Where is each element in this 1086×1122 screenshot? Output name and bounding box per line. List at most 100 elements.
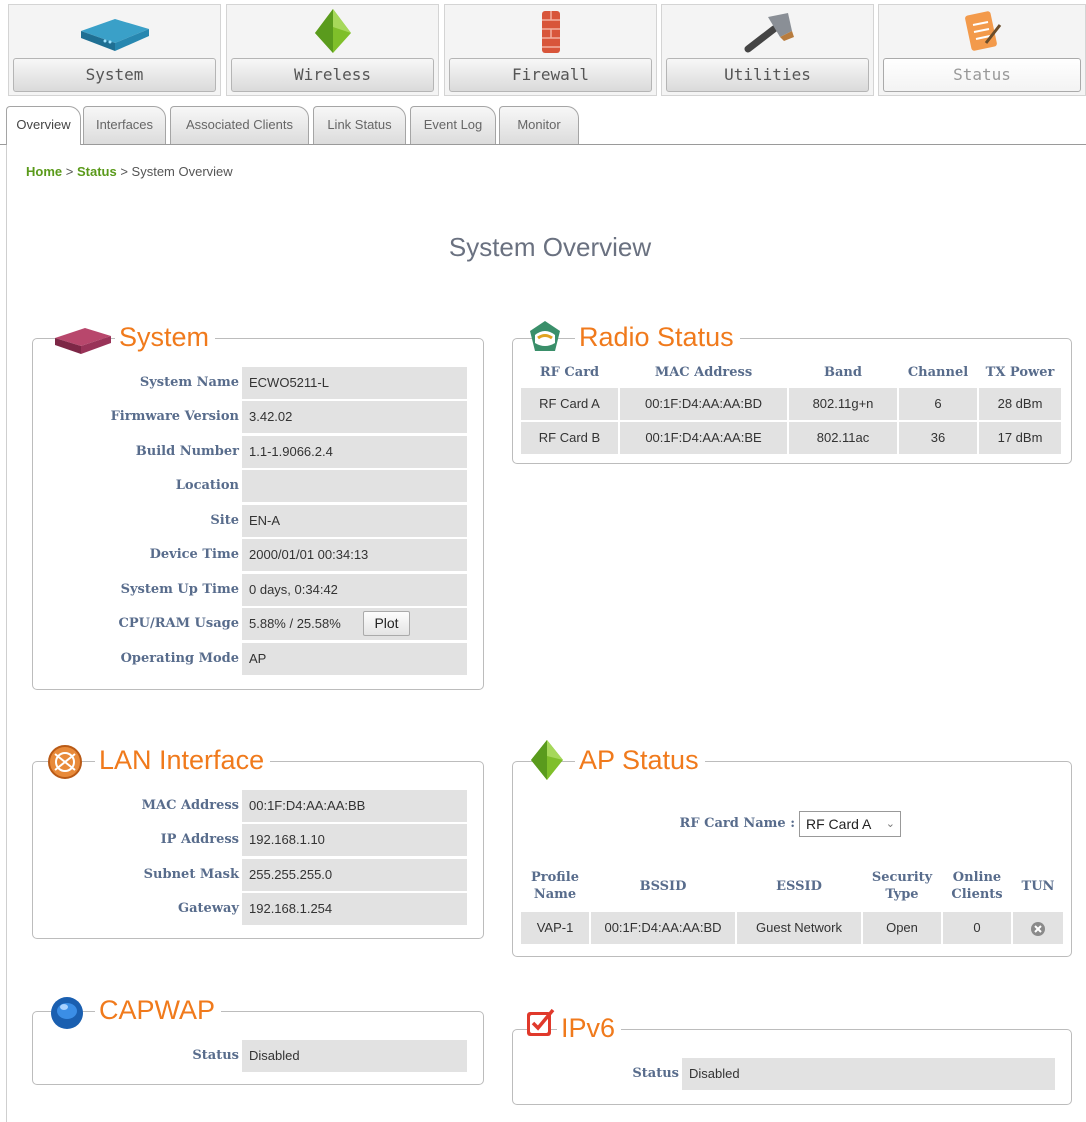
lan-subnet-value: 255.255.255.0 <box>242 859 467 891</box>
nav-wireless-button[interactable]: Wireless <box>231 58 434 92</box>
table-cell: 00:1F:D4:AA:AA:BD <box>591 912 735 944</box>
breadcrumb-home[interactable]: Home <box>26 164 62 179</box>
ap-icon <box>527 738 567 787</box>
operating-mode-label: Operating Mode <box>120 651 239 666</box>
nav-status[interactable]: Status <box>878 4 1086 96</box>
wireless-icon <box>227 7 438 55</box>
lan-icon <box>47 744 83 785</box>
nav-utilities[interactable]: Utilities <box>661 4 874 96</box>
clipboard-icon <box>879 7 1085 55</box>
lan-ip-label: IP Address <box>160 832 239 847</box>
column-header: RF Card <box>539 365 600 380</box>
lan-ip-row: IP Address 192.168.1.10 <box>33 824 485 856</box>
cpu-ram-usage-value: 5.88% / 25.58% <box>242 608 467 640</box>
build-number-label: Build Number <box>135 444 239 459</box>
device-icon <box>53 322 113 361</box>
column-header: Band <box>824 365 862 380</box>
nav-status-button[interactable]: Status <box>883 58 1081 92</box>
column-header-line: Profile <box>531 870 579 885</box>
capwap-status-value: Disabled <box>242 1040 467 1072</box>
sub-tab-bar: Overview Interfaces Associated Clients L… <box>0 104 1086 145</box>
table-cell: 802.11g+n <box>789 388 897 420</box>
firmware-version-label: Firmware Version <box>110 409 239 424</box>
chevron-down-icon: ⌄ <box>885 818 895 830</box>
nav-wireless[interactable]: Wireless <box>226 4 439 96</box>
plot-button[interactable]: Plot <box>363 611 410 636</box>
table-cell: 802.11ac <box>789 422 897 454</box>
tun-cell <box>1013 912 1063 944</box>
checkbox-icon <box>525 1006 557 1043</box>
capwap-icon <box>49 995 85 1036</box>
rf-card-name-label: RF Card Name : <box>679 816 795 831</box>
table-cell: RF Card B <box>521 422 618 454</box>
lan-subnet-row: Subnet Mask 255.255.255.0 <box>33 859 485 891</box>
tab-interfaces[interactable]: Interfaces <box>83 106 166 144</box>
ipv6-status-label: Status <box>632 1066 679 1081</box>
column-header: TX Power <box>985 365 1055 380</box>
operating-mode-row: Operating Mode AP <box>33 643 485 675</box>
nav-firewall[interactable]: Firewall <box>444 4 657 96</box>
site-label: Site <box>210 513 239 528</box>
table-cell: Guest Network <box>737 912 861 944</box>
table-cell: 00:1F:D4:AA:AA:BE <box>620 422 787 454</box>
tab-event-log[interactable]: Event Log <box>410 106 496 144</box>
capwap-title: CAPWAP <box>95 994 222 1026</box>
column-header: TUN <box>1021 879 1055 894</box>
breadcrumb-status[interactable]: Status <box>77 164 117 179</box>
nav-utilities-button[interactable]: Utilities <box>666 58 869 92</box>
column-header-line: Online <box>952 870 1002 885</box>
ipv6-status-value: Disabled <box>682 1058 1055 1090</box>
nav-system[interactable]: System <box>8 4 221 96</box>
table-cell: 6 <box>899 388 977 420</box>
device-time-row: Device Time 2000/01/01 00:34:13 <box>33 539 485 571</box>
tab-associated-clients[interactable]: Associated Clients <box>170 106 309 144</box>
lan-ip-value: 192.168.1.10 <box>242 824 467 856</box>
capwap-status-row: Status Disabled <box>33 1040 485 1072</box>
site-row: Site EN-A <box>33 505 485 537</box>
table-cell: VAP-1 <box>521 912 589 944</box>
tab-link-status[interactable]: Link Status <box>313 106 406 144</box>
site-value: EN-A <box>242 505 467 537</box>
build-number-value: 1.1-1.9066.2.4 <box>242 436 467 468</box>
ap-status-title: AP Status <box>575 744 705 776</box>
device-time-label: Device Time <box>149 547 239 562</box>
lan-interface-title: LAN Interface <box>95 744 271 776</box>
column-header-line: Clients <box>951 887 1003 902</box>
table-cell: RF Card A <box>521 388 618 420</box>
device-time-value: 2000/01/01 00:34:13 <box>242 539 467 571</box>
ipv6-panel: IPv6 Status Disabled <box>512 1008 1072 1105</box>
breadcrumb-separator: > <box>65 164 74 179</box>
lan-mac-row: MAC Address 00:1F:D4:AA:AA:BB <box>33 790 485 822</box>
column-header: BSSID <box>639 879 687 894</box>
close-icon[interactable] <box>1030 921 1046 937</box>
lan-gateway-label: Gateway <box>178 901 239 916</box>
column-header: ESSID <box>776 879 822 894</box>
content-left-border <box>6 144 7 1122</box>
breadcrumb-current: System Overview <box>131 164 233 179</box>
breadcrumb-separator: > <box>120 164 128 179</box>
system-up-time-label: System Up Time <box>120 582 239 597</box>
table-cell: 28 dBm <box>979 388 1061 420</box>
system-name-label: System Name <box>139 375 239 390</box>
nav-firewall-button[interactable]: Firewall <box>449 58 652 92</box>
lan-gateway-value: 192.168.1.254 <box>242 893 467 925</box>
system-name-row: System Name ECWO5211-L <box>33 367 485 399</box>
location-value <box>242 470 467 502</box>
rf-card-name-value: RF Card A <box>806 816 872 832</box>
firmware-version-value: 3.42.02 <box>242 401 467 433</box>
rf-card-name-select[interactable]: RF Card A ⌄ <box>799 811 901 837</box>
column-header-line: Name <box>533 887 577 902</box>
router-icon <box>9 7 220 55</box>
column-header-line: Type <box>885 887 919 902</box>
radio-icon <box>527 319 563 360</box>
tab-monitor[interactable]: Monitor <box>499 106 579 144</box>
column-header: Security Type <box>863 869 941 903</box>
system-panel: System System Name ECWO5211-L Firmware V… <box>32 321 485 690</box>
nav-system-button[interactable]: System <box>13 58 216 92</box>
column-header: Channel <box>907 365 969 380</box>
location-row: Location <box>33 470 485 502</box>
lan-mac-label: MAC Address <box>141 798 239 813</box>
capwap-panel: CAPWAP Status Disabled <box>32 994 485 1085</box>
cpu-ram-usage-row: CPU/RAM Usage 5.88% / 25.58% Plot <box>33 608 485 640</box>
tab-overview[interactable]: Overview <box>6 106 81 145</box>
